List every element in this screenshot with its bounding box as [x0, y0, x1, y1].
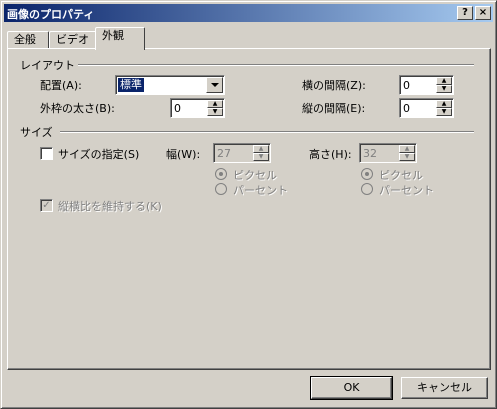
size-section-label: サイズ — [20, 126, 53, 139]
spin-down-icon[interactable]: ▼ — [436, 108, 452, 116]
spin-up-icon[interactable]: ▲ — [253, 145, 269, 153]
height-value: 32 — [363, 147, 377, 160]
width-label: 幅(W): — [166, 148, 201, 161]
keep-ratio-checkbox[interactable]: ✓ — [40, 199, 53, 212]
width-percent-label: パーセント — [233, 184, 288, 197]
align-label: 配置(A): — [40, 79, 82, 92]
specify-size-label[interactable]: サイズの指定(S) — [58, 146, 139, 162]
tab-video[interactable]: ビデオ — [49, 31, 97, 49]
height-percent-radio[interactable] — [361, 183, 373, 195]
spin-up-icon[interactable]: ▲ — [207, 100, 223, 108]
width-pixels-label: ピクセル — [233, 169, 277, 182]
border-width-stepper[interactable]: 0 ▲ ▼ — [170, 98, 225, 118]
title-bar[interactable]: 画像のプロパティ ? × — [4, 4, 493, 22]
vspace-value: 0 — [403, 102, 410, 115]
tab-general[interactable]: 全般 — [7, 31, 49, 49]
spin-up-icon[interactable]: ▲ — [399, 145, 415, 153]
tab-appearance[interactable]: 外観 — [95, 27, 145, 50]
ok-button[interactable]: OK — [310, 376, 393, 400]
vspace-stepper[interactable]: 0 ▲ ▼ — [399, 98, 454, 118]
layout-divider — [78, 64, 474, 66]
align-select[interactable]: 標準 — [115, 75, 225, 95]
size-divider — [60, 131, 474, 133]
height-stepper[interactable]: 32 ▲ ▼ — [359, 143, 417, 163]
help-button[interactable]: ? — [457, 6, 473, 20]
tab-panel-appearance: レイアウト 配置(A): 標準 外枠の太さ(B): 0 ▲ ▼ 横の間隔(Z): … — [7, 48, 491, 370]
vspace-label: 縦の間隔(E): — [302, 102, 366, 115]
spin-down-icon[interactable]: ▼ — [436, 85, 452, 93]
align-selected-value: 標準 — [117, 77, 145, 93]
height-pixels-label: ピクセル — [379, 169, 423, 182]
hspace-stepper[interactable]: 0 ▲ ▼ — [399, 75, 454, 95]
specify-size-checkbox[interactable] — [40, 147, 53, 160]
spin-down-icon[interactable]: ▼ — [399, 153, 415, 161]
chevron-down-icon[interactable] — [206, 77, 223, 93]
height-label: 高さ(H): — [309, 148, 352, 161]
close-button[interactable]: × — [475, 6, 491, 20]
width-pixels-radio[interactable] — [215, 168, 227, 180]
height-percent-label: パーセント — [379, 184, 434, 197]
spin-up-icon[interactable]: ▲ — [436, 77, 452, 85]
spin-down-icon[interactable]: ▼ — [207, 108, 223, 116]
border-value: 0 — [174, 102, 181, 115]
hspace-value: 0 — [403, 79, 410, 92]
properties-dialog: 画像のプロパティ ? × 全般 ビデオ 外観 レイアウト 配置(A): 標準 外… — [0, 0, 497, 409]
layout-section-label: レイアウト — [20, 59, 75, 72]
width-value: 27 — [217, 147, 231, 160]
spin-down-icon[interactable]: ▼ — [253, 153, 269, 161]
spin-up-icon[interactable]: ▲ — [436, 100, 452, 108]
cancel-button[interactable]: キャンセル — [401, 377, 488, 399]
hspace-label: 横の間隔(Z): — [302, 79, 366, 92]
height-pixels-radio[interactable] — [361, 168, 373, 180]
width-percent-radio[interactable] — [215, 183, 227, 195]
keep-ratio-label: 縦横比を維持する(K) — [58, 200, 162, 213]
window-title: 画像のプロパティ — [7, 8, 95, 21]
width-stepper[interactable]: 27 ▲ ▼ — [213, 143, 271, 163]
border-label: 外枠の太さ(B): — [40, 102, 115, 115]
